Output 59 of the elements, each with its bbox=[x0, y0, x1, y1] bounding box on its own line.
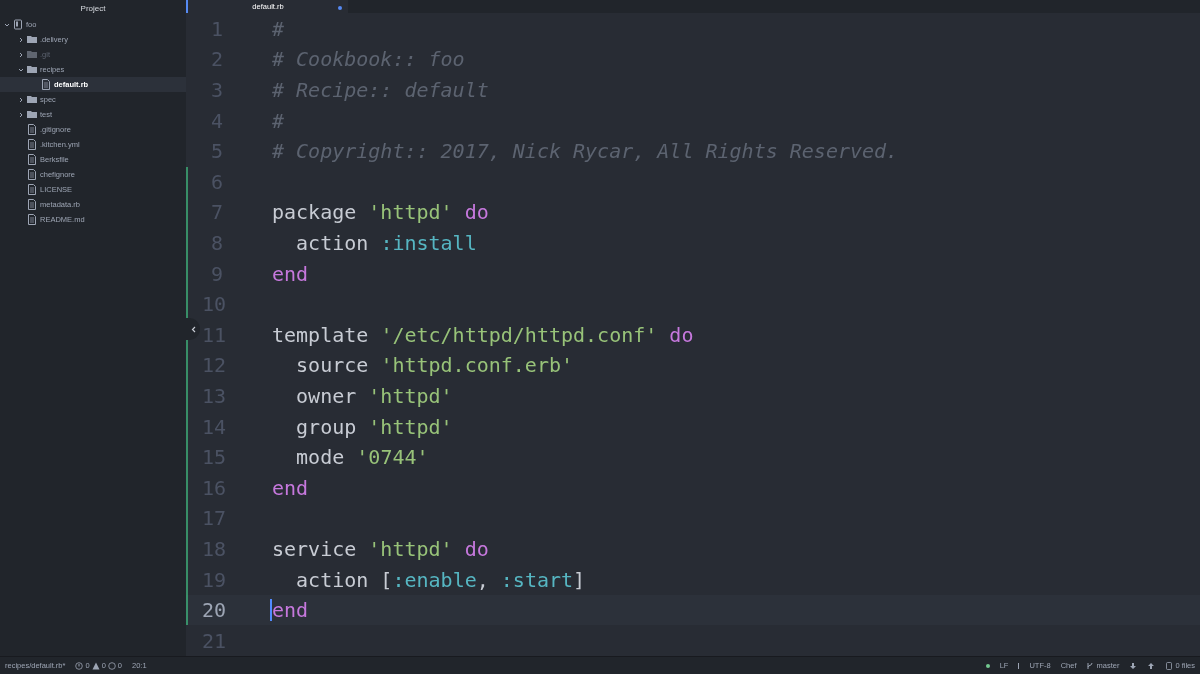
branch-icon bbox=[1086, 661, 1095, 670]
code-token: do bbox=[463, 535, 489, 563]
code-token: ] bbox=[573, 566, 586, 594]
code-token: end bbox=[272, 474, 309, 502]
code-token: '/etc/httpd/httpd.conf' bbox=[380, 321, 658, 349]
code-token: source bbox=[295, 352, 370, 380]
code-token: # bbox=[272, 15, 285, 43]
folder-icon bbox=[27, 94, 37, 105]
file-icon bbox=[27, 199, 37, 210]
code-token: package bbox=[272, 199, 358, 227]
file-icon bbox=[27, 169, 37, 180]
file-icon bbox=[27, 184, 37, 195]
code-token: template bbox=[272, 321, 370, 349]
code-token: 'httpd' bbox=[368, 199, 453, 227]
code-token: # Copyright:: 2017, Nick Rycar, All Rights Reserved. bbox=[272, 138, 899, 166]
arrow-down-icon bbox=[1129, 661, 1138, 670]
file-icon bbox=[27, 139, 37, 150]
code-token: do bbox=[668, 321, 694, 349]
folder-icon bbox=[27, 34, 37, 45]
code-token: end bbox=[272, 260, 309, 288]
folder-icon bbox=[27, 109, 37, 120]
folder-icon bbox=[27, 64, 37, 75]
separator-mark bbox=[1018, 662, 1020, 669]
file-icon bbox=[27, 214, 37, 225]
chevron-left-icon bbox=[190, 325, 196, 333]
code-token: 'httpd' bbox=[368, 535, 453, 563]
code-token: # Cookbook:: foo bbox=[272, 46, 465, 74]
code-token: 'httpd' bbox=[368, 382, 453, 410]
panel-title: Project bbox=[80, 2, 106, 15]
code-token: :install bbox=[380, 230, 477, 257]
code-token: '0744' bbox=[356, 444, 429, 472]
code-token: owner bbox=[295, 382, 358, 410]
code-token: group bbox=[295, 413, 358, 441]
file-icon bbox=[27, 154, 37, 165]
folder-icon bbox=[27, 49, 37, 60]
code-token: mode bbox=[295, 444, 346, 472]
code-token: 'httpd.conf.erb' bbox=[380, 352, 574, 380]
line-number: 20 bbox=[202, 597, 223, 625]
code-token: do bbox=[463, 199, 489, 227]
code-token: end bbox=[272, 597, 309, 625]
code-token: , bbox=[476, 566, 490, 594]
code-token: :enable bbox=[392, 566, 477, 594]
code-token: action [ bbox=[295, 566, 393, 594]
error-icon bbox=[75, 661, 84, 670]
code-token: # Recipe:: default bbox=[272, 77, 489, 104]
text-cursor bbox=[270, 599, 272, 622]
code-token: 'httpd' bbox=[368, 413, 453, 441]
arrow-up-icon bbox=[1147, 661, 1156, 670]
code-token: :start bbox=[500, 566, 574, 594]
file-icon bbox=[27, 124, 37, 135]
repo-icon bbox=[13, 19, 23, 30]
collapse-handle[interactable] bbox=[186, 318, 200, 340]
file-icon bbox=[41, 79, 51, 90]
file-icon bbox=[1165, 661, 1174, 670]
code-token: action bbox=[295, 230, 370, 257]
info-icon bbox=[107, 661, 116, 670]
code-token: # bbox=[272, 107, 285, 135]
warning-icon bbox=[91, 661, 100, 670]
code-token: service bbox=[272, 535, 358, 563]
